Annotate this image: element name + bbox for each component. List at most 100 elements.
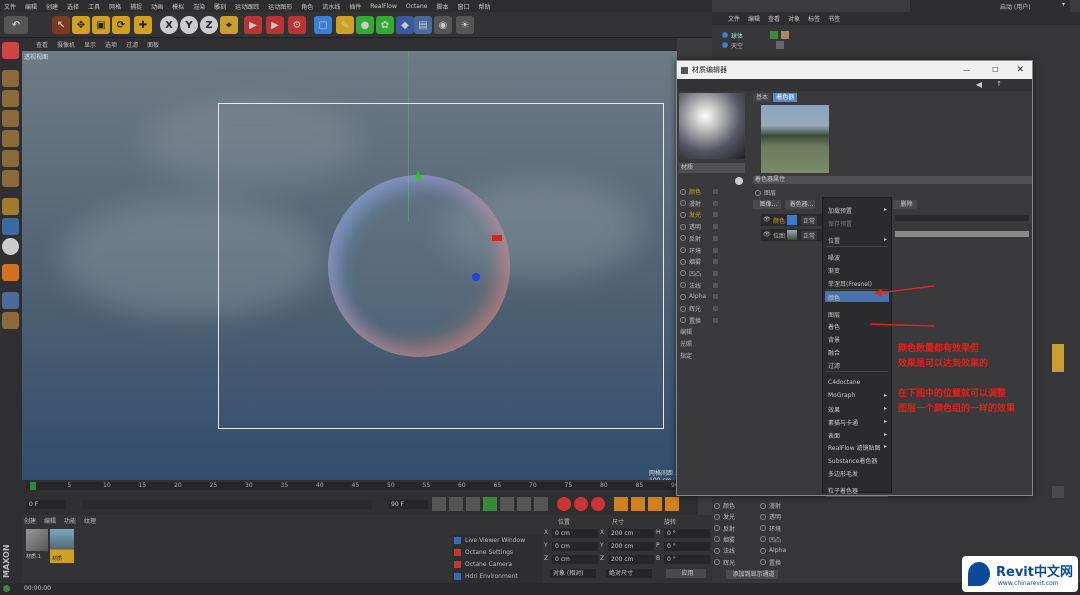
menu-item[interactable]: 文件 bbox=[4, 2, 16, 11]
attr-radio[interactable] bbox=[760, 525, 766, 532]
context-menu-item[interactable]: 素描与卡通 bbox=[828, 418, 858, 427]
menu-item[interactable]: 模拟 bbox=[172, 2, 184, 11]
points-icon[interactable] bbox=[2, 130, 19, 147]
attr-channel-row[interactable]: 置换 bbox=[760, 557, 781, 568]
attr-channel-row[interactable]: 反射 bbox=[714, 523, 735, 534]
last-frame-icon[interactable] bbox=[534, 497, 548, 511]
render-icon[interactable]: ▶ bbox=[266, 16, 284, 34]
current-frame-field[interactable]: 0 F bbox=[26, 500, 66, 509]
menu-item[interactable]: 选择 bbox=[67, 2, 79, 11]
up-icon[interactable]: ↑ bbox=[996, 80, 1002, 88]
channel-radio[interactable] bbox=[680, 247, 686, 253]
attr-radio[interactable] bbox=[760, 547, 766, 554]
texture-icon[interactable] bbox=[2, 110, 19, 127]
rotation-field[interactable]: 0 ° bbox=[664, 542, 710, 551]
grid-icon[interactable] bbox=[2, 312, 19, 329]
context-menu-item[interactable]: 加载预置 bbox=[828, 206, 852, 215]
blend-mode-bitmap[interactable]: 正常 bbox=[801, 231, 818, 240]
attr-channel-row[interactable]: 漫射 bbox=[760, 500, 781, 511]
menu-create[interactable]: 创建 bbox=[24, 516, 36, 525]
context-menu-item[interactable]: 渐变 bbox=[828, 266, 840, 275]
deformer-icon[interactable]: ✿ bbox=[376, 16, 394, 34]
menu-item[interactable]: 渲染 bbox=[193, 2, 205, 11]
prev-frame-icon[interactable] bbox=[466, 497, 480, 511]
menu-item[interactable]: 窗口 bbox=[457, 2, 469, 11]
viewport-menu-item[interactable]: 显示 bbox=[84, 40, 96, 49]
scroll-icon[interactable] bbox=[1052, 486, 1064, 498]
object-sphere[interactable]: 球体 bbox=[731, 31, 743, 40]
channel-checkbox[interactable] bbox=[713, 259, 718, 265]
channel-checkbox[interactable] bbox=[713, 282, 718, 288]
opacity-slider-1[interactable] bbox=[895, 215, 1029, 221]
channel-checkbox[interactable] bbox=[713, 270, 718, 276]
channel-radio[interactable] bbox=[680, 223, 686, 230]
context-menu-item[interactable]: 颜色 bbox=[828, 293, 840, 302]
octane-settings-item[interactable]: Octane Settings bbox=[465, 549, 513, 556]
size-field[interactable]: 200 cm bbox=[608, 542, 654, 551]
prev-key-icon[interactable] bbox=[449, 497, 463, 511]
menu-item[interactable]: 雕刻 bbox=[214, 2, 226, 11]
first-frame-icon[interactable] bbox=[432, 497, 446, 511]
z-gizmo-icon[interactable] bbox=[472, 273, 480, 281]
apply-button[interactable]: 应用 bbox=[666, 569, 706, 578]
object-menu-item[interactable]: 查看 bbox=[768, 14, 780, 23]
material-name-field[interactable]: 材质 bbox=[679, 163, 745, 173]
render-view-icon[interactable]: ▶ bbox=[244, 16, 262, 34]
channel-row[interactable]: 光照 bbox=[680, 338, 718, 349]
context-menu-item[interactable]: 菲涅耳(Fresnel) bbox=[828, 279, 872, 288]
channel-row[interactable]: 透明 bbox=[680, 221, 718, 232]
next-key-icon[interactable] bbox=[517, 497, 531, 511]
play-icon[interactable] bbox=[483, 497, 497, 511]
layer-row-bitmap[interactable]: 👁 位图 正常 bbox=[761, 229, 825, 241]
attr-channel-row[interactable]: 透明 bbox=[760, 511, 781, 522]
object-menu-item[interactable]: 编辑 bbox=[748, 14, 760, 23]
attr-channel-row[interactable]: Alpha bbox=[760, 545, 786, 556]
viewport[interactable]: 查看摄像机显示选项过滤面板 透视视图 网格间距 : 100 cm bbox=[22, 38, 677, 480]
menu-item[interactable]: 角色 bbox=[301, 2, 313, 11]
channel-row[interactable]: Alpha bbox=[680, 291, 718, 302]
hdri-item[interactable]: Hdri Environment bbox=[465, 573, 518, 580]
close-icon[interactable]: ✕ bbox=[1016, 65, 1024, 75]
array-icon[interactable]: ● bbox=[356, 16, 374, 34]
channel-checkbox[interactable] bbox=[713, 306, 718, 311]
channel-row[interactable]: 漫射 bbox=[680, 198, 718, 209]
checker-icon[interactable] bbox=[2, 90, 19, 107]
tab-basic[interactable]: 基本 bbox=[753, 93, 772, 102]
context-menu-item[interactable]: 粒子着色器 bbox=[828, 486, 858, 495]
x-gizmo-icon[interactable] bbox=[492, 235, 502, 241]
channel-row[interactable]: 颜色 bbox=[680, 186, 718, 197]
channel-radio[interactable] bbox=[680, 317, 686, 324]
keyframe-icon[interactable] bbox=[591, 497, 605, 511]
timeline[interactable]: 051015202530354045505560657075808590 0 F… bbox=[22, 480, 698, 515]
coord-icon[interactable]: ⌖ bbox=[220, 16, 238, 34]
channel-radio[interactable] bbox=[680, 270, 686, 277]
channel-radio[interactable] bbox=[680, 258, 686, 265]
layer-row-color[interactable]: 👁 颜色 正常 bbox=[761, 214, 825, 226]
attr-radio[interactable] bbox=[714, 502, 720, 509]
attr-channel-row[interactable]: 烟雾 bbox=[714, 534, 735, 545]
size-field[interactable]: 200 cm bbox=[608, 555, 654, 564]
context-menu-item[interactable]: 图层 bbox=[828, 310, 840, 319]
position-field[interactable]: 0 cm bbox=[552, 529, 598, 538]
bubble-sphere[interactable] bbox=[328, 175, 510, 357]
playhead[interactable] bbox=[30, 482, 36, 490]
rotation-field[interactable]: 0 ° bbox=[664, 555, 710, 564]
attr-radio[interactable] bbox=[760, 536, 766, 543]
channel-radio[interactable] bbox=[680, 188, 686, 195]
workplane-icon[interactable] bbox=[2, 292, 19, 309]
tweak-icon[interactable] bbox=[2, 218, 19, 235]
attr-radio[interactable] bbox=[760, 513, 766, 520]
size-mode-select[interactable]: 绝对尺寸 bbox=[606, 569, 652, 578]
cube-icon[interactable]: ▢ bbox=[314, 16, 332, 34]
context-menu-item[interactable]: 多边形毛发 bbox=[828, 469, 858, 478]
channel-radio[interactable] bbox=[680, 305, 686, 312]
y-gizmo-icon[interactable] bbox=[414, 171, 422, 179]
channel-checkbox[interactable] bbox=[713, 212, 718, 218]
add-icon[interactable]: ✚ bbox=[134, 16, 152, 34]
context-menu-item[interactable]: C4doctane bbox=[828, 379, 860, 386]
range-slider[interactable] bbox=[82, 500, 372, 509]
context-menu-item[interactable]: RealFlow 滤镜贴图 bbox=[828, 443, 881, 452]
channel-checkbox[interactable] bbox=[713, 224, 718, 230]
viewport-menu-item[interactable]: 查看 bbox=[36, 40, 48, 49]
channel-radio[interactable] bbox=[680, 211, 686, 218]
